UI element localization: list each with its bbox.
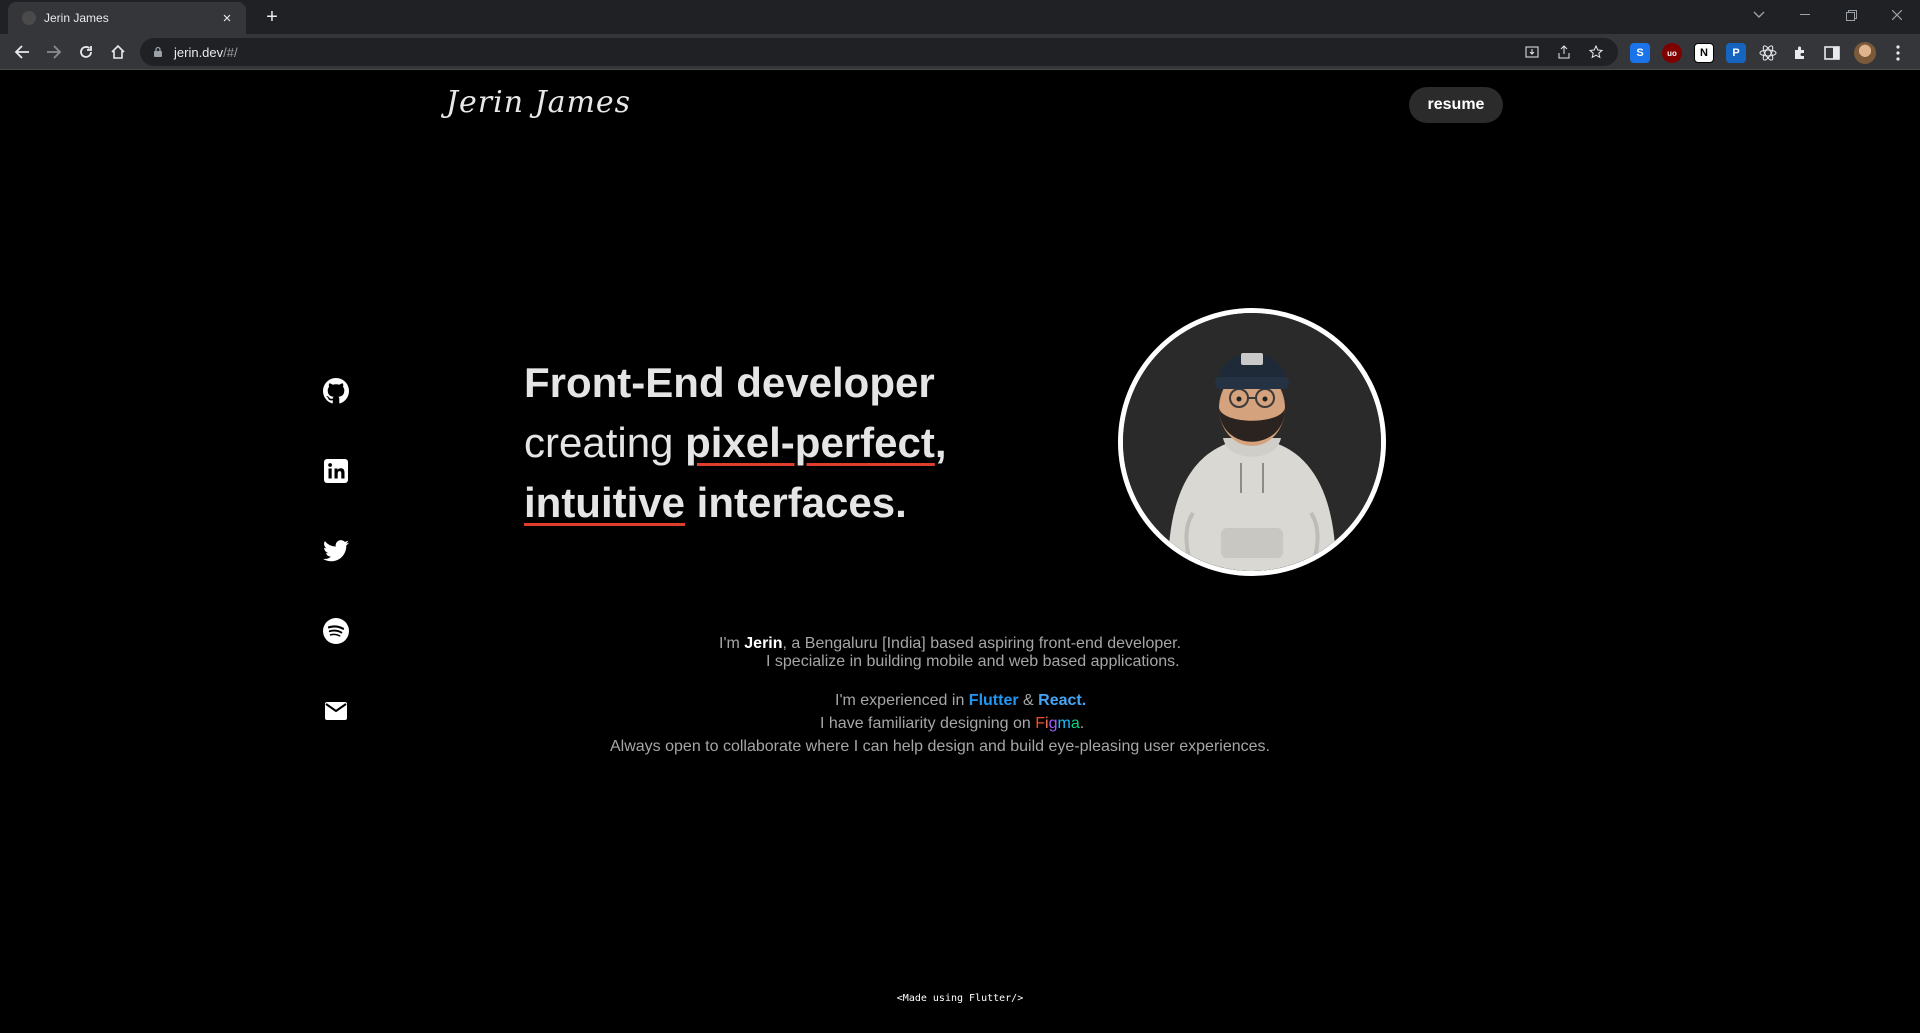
- extension-s-icon[interactable]: S: [1630, 43, 1650, 63]
- hero-line-2: creating pixel-perfect,: [524, 413, 1084, 473]
- react-label: React.: [1038, 692, 1087, 709]
- url-text: jerin.dev/#/: [174, 45, 238, 60]
- extension-notion-icon[interactable]: N: [1694, 43, 1714, 63]
- url-host: jerin.dev: [174, 44, 224, 60]
- about-experience: I'm experienced in Flutter & React.: [835, 691, 1086, 710]
- tab-search-icon[interactable]: [1736, 0, 1782, 30]
- back-button[interactable]: [10, 40, 34, 64]
- home-icon: [111, 44, 125, 59]
- github-icon: [323, 378, 349, 404]
- hero-pixel-perfect: pixel-perfect: [685, 419, 935, 466]
- linkedin-icon: [324, 459, 348, 483]
- about-intro: I'm Jerin, a Bengaluru [India] based asp…: [719, 634, 1181, 653]
- hero-intuitive: intuitive: [524, 479, 686, 526]
- extension-ublock-icon[interactable]: uo: [1662, 43, 1682, 63]
- browser-tabstrip: Jerin James × +: [0, 0, 1920, 34]
- about-experience-prefix: I'm experienced in: [835, 692, 969, 709]
- bookmark-star-icon[interactable]: [1588, 44, 1604, 60]
- hero-headline: Front-End developer creating pixel-perfe…: [524, 353, 1084, 533]
- avatar-portrait: [1118, 308, 1386, 576]
- about-collaborate: Always open to collaborate where I can h…: [610, 738, 1270, 755]
- hero-line-2-plain: creating: [524, 419, 686, 466]
- home-button[interactable]: [106, 40, 130, 64]
- resume-button[interactable]: resume: [1409, 87, 1503, 123]
- about-figma-prefix: I have familiarity designing on: [820, 715, 1036, 732]
- site-logo[interactable]: Jerin James: [446, 85, 631, 120]
- browser-toolbar: jerin.dev/#/ S uo N P: [0, 34, 1920, 70]
- url-path: /#/: [223, 44, 238, 60]
- twitter-icon: [323, 540, 349, 562]
- browser-menu-icon[interactable]: [1888, 43, 1908, 63]
- tab-favicon-icon: [22, 11, 36, 25]
- share-icon[interactable]: [1556, 44, 1572, 60]
- spotify-icon: [323, 618, 349, 644]
- github-link[interactable]: [322, 377, 350, 405]
- made-with-flutter-note: <Made using Flutter/>: [896, 993, 1024, 1004]
- extension-react-devtools-icon[interactable]: [1758, 43, 1778, 63]
- lock-icon: [154, 46, 162, 57]
- about-figma-suffix: .: [1079, 715, 1085, 732]
- close-window-button[interactable]: [1874, 0, 1920, 30]
- spotify-link[interactable]: [322, 617, 350, 645]
- extensions-bar: S uo N P: [1630, 42, 1908, 64]
- address-bar[interactable]: jerin.dev/#/: [140, 38, 1618, 66]
- new-tab-button[interactable]: +: [260, 5, 284, 29]
- flutter-label: Flutter: [968, 692, 1019, 709]
- reload-icon: [80, 46, 92, 58]
- mail-icon: [325, 702, 347, 720]
- about-figma: I have familiarity designing on Figma.: [820, 714, 1084, 733]
- extension-p-icon[interactable]: P: [1726, 43, 1746, 63]
- tab-close-button[interactable]: ×: [218, 10, 236, 27]
- avatar-illustration: [1123, 313, 1381, 571]
- twitter-link[interactable]: [322, 537, 350, 565]
- about-amp: &: [1018, 692, 1039, 709]
- extensions-puzzle-icon[interactable]: [1790, 43, 1810, 63]
- window-controls: [1736, 0, 1920, 30]
- hero-line-3: intuitive interfaces.: [524, 473, 1084, 533]
- forward-arrow-icon: [47, 45, 62, 59]
- hero-line-2-comma: ,: [934, 419, 947, 466]
- hero-line-1: Front-End developer: [524, 359, 935, 406]
- about-specialize: I specialize in building mobile and web …: [766, 653, 1180, 670]
- linkedin-link[interactable]: [322, 457, 350, 485]
- restore-button[interactable]: [1828, 0, 1874, 30]
- figma-label: Figma: [1035, 715, 1080, 732]
- about-intro-suffix: , a Bengaluru [India] based aspiring fro…: [782, 635, 1182, 652]
- side-panel-icon[interactable]: [1822, 43, 1842, 63]
- forward-button[interactable]: [42, 40, 66, 64]
- tab-title: Jerin James: [44, 11, 109, 25]
- about-intro-prefix: I'm: [719, 635, 745, 652]
- reload-button[interactable]: [74, 40, 98, 64]
- install-app-icon[interactable]: [1524, 44, 1540, 60]
- omnibox-actions: [1524, 44, 1604, 60]
- browser-tab[interactable]: Jerin James ×: [8, 2, 246, 34]
- profile-avatar[interactable]: [1854, 42, 1876, 64]
- about-name: Jerin: [744, 635, 783, 652]
- minimize-button[interactable]: [1782, 0, 1828, 30]
- back-arrow-icon: [14, 45, 29, 59]
- page: Jerin James resume Front-End developer c…: [0, 71, 1920, 1033]
- email-link[interactable]: [322, 697, 350, 725]
- hero-line-3-plain: interfaces.: [685, 479, 907, 526]
